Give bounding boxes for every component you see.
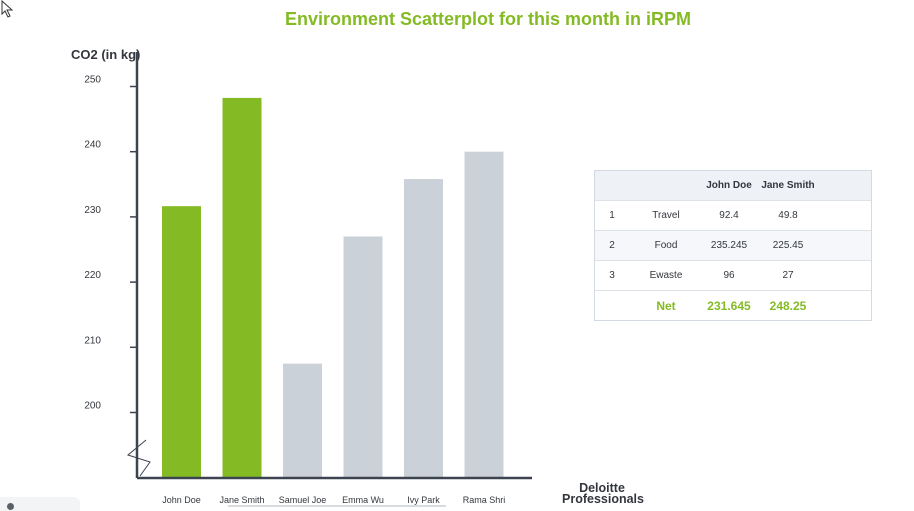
- table-row: 2 Food 235.245 225.45: [595, 230, 871, 261]
- x-axis-label-line-2: Professionals: [562, 492, 644, 506]
- table-cell-empty: [595, 290, 629, 320]
- y-tick-label: 230: [84, 205, 101, 216]
- x-tick-label: John Doe: [162, 495, 201, 505]
- table-cell-spacer: [821, 260, 871, 291]
- table-cell-index: 1: [595, 200, 629, 231]
- table-header-john-doe: John Doe: [703, 171, 755, 201]
- x-tick-label: Emma Wu: [342, 495, 384, 505]
- table-header-index: [595, 171, 629, 201]
- table-cell-category: Ewaste: [629, 260, 703, 291]
- table-net-row: Net 231.645 248.25: [595, 290, 871, 320]
- corner-widget[interactable]: [0, 497, 80, 511]
- table-cell-spacer: [821, 290, 871, 320]
- axis-break-icon: [126, 439, 151, 477]
- table-cell-spacer: [821, 230, 871, 261]
- x-tick-label: Ivy Park: [407, 495, 440, 505]
- table-cell-john-doe: 92.4: [703, 200, 755, 231]
- table-row: 1 Travel 92.4 49.8: [595, 200, 871, 231]
- x-tick-label: Jane Smith: [219, 495, 264, 505]
- bar-jane-smith: [222, 97, 262, 478]
- emissions-table: John Doe Jane Smith 1 Travel 92.4 49.8 2…: [594, 170, 872, 321]
- bar-emma-wu: [343, 236, 383, 478]
- y-tick-label: 220: [84, 270, 101, 281]
- table-cell-index: 3: [595, 260, 629, 291]
- bar-rama-shri: [464, 151, 504, 478]
- bar-john-doe: [162, 206, 201, 478]
- table-cell-spacer: [821, 200, 871, 231]
- y-tick-label: 240: [84, 140, 101, 151]
- x-tick-label: Samuel Joe: [279, 495, 327, 505]
- y-tick-label: 210: [84, 335, 101, 346]
- bar-samuel-joe: [283, 363, 322, 478]
- table-header-row: John Doe Jane Smith: [595, 171, 871, 201]
- table-cell-john-doe: 235.245: [703, 230, 755, 261]
- bar-ivy-park: [404, 179, 443, 479]
- x-tick-label: Rama Shri: [463, 495, 506, 505]
- table-header-spacer: [821, 171, 871, 201]
- table-header-jane-smith: Jane Smith: [755, 171, 821, 201]
- table-cell-category: Travel: [629, 200, 703, 231]
- table-header-category: [629, 171, 703, 201]
- y-tick-label: 250: [84, 75, 101, 86]
- x-axis-label: Deloitte Professionals: [562, 482, 644, 506]
- y-tick-label: 200: [84, 401, 101, 412]
- table-cell-john-doe: 96: [703, 260, 755, 291]
- table-cell-jane-smith: 49.8: [755, 200, 821, 231]
- table-row: 3 Ewaste 96 27: [595, 260, 871, 291]
- table-cell-category: Food: [629, 230, 703, 261]
- table-net-label: Net: [629, 290, 703, 320]
- table-cell-jane-smith: 27: [755, 260, 821, 291]
- table-cell-index: 2: [595, 230, 629, 261]
- table-net-john-doe: 231.645: [703, 290, 755, 320]
- table-net-jane-smith: 248.25: [755, 290, 821, 320]
- table-cell-jane-smith: 225.45: [755, 230, 821, 261]
